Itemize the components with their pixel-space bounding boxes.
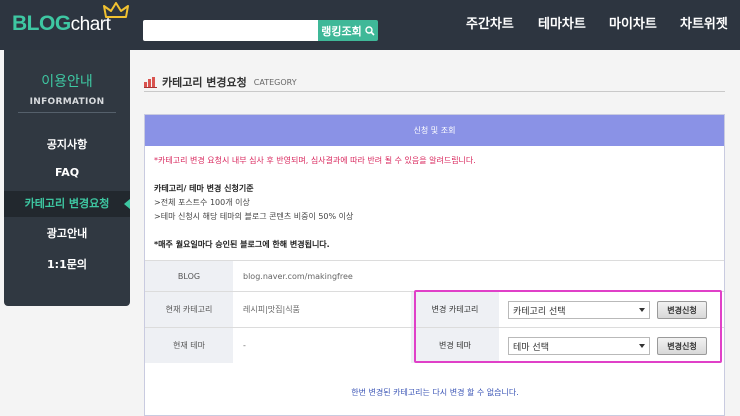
nav-theme-chart[interactable]: 테마차트 bbox=[538, 13, 586, 32]
sidebar: 이용안내 INFORMATION 공지사항 FAQ 카테고리 변경요청 광고안내… bbox=[4, 50, 130, 306]
review-notice: *카테고리 변경 요청시 내부 심사 후 반영되며, 심사결과에 따라 반려 될… bbox=[154, 156, 476, 165]
nav-my-chart[interactable]: 마이차트 bbox=[609, 13, 657, 32]
top-bar: BLOGchart 랭킹조회 주간차트 테마차트 마이차트 차트위젯 bbox=[0, 0, 740, 50]
sidebar-item-label: 카테고리 변경요청 bbox=[24, 197, 110, 210]
criteria-item: >테마 신청시 해당 테마의 블로그 콘텐츠 비중이 50% 이상 bbox=[154, 212, 354, 221]
sidebar-title: 이용안내 bbox=[41, 74, 93, 90]
request-panel: 신청 및 조회 *카테고리 변경 요청시 내부 심사 후 반영되며, 심사결과에… bbox=[144, 114, 725, 416]
panel-header: 신청 및 조회 bbox=[145, 115, 724, 146]
current-theme-label: 현재 테마 bbox=[145, 328, 233, 363]
main-content: 카테고리 변경요청 CATEGORY 신청 및 조회 *카테고리 변경 요청시 … bbox=[130, 50, 740, 416]
criteria-note: *매주 월요일마다 승인된 블로그에 한해 변경됩니다. bbox=[154, 240, 330, 249]
nav-weekly-chart[interactable]: 주간차트 bbox=[466, 13, 514, 32]
title-divider bbox=[144, 91, 725, 92]
page-title-en: CATEGORY bbox=[253, 77, 297, 87]
current-theme-value: - bbox=[243, 341, 246, 350]
search-icon bbox=[365, 25, 375, 36]
criteria-title: 카테고리/ 테마 변경 신청기준 bbox=[154, 184, 254, 193]
bar-chart-icon bbox=[144, 76, 157, 88]
ranking-search-button[interactable]: 랭킹조회 bbox=[318, 20, 378, 41]
search-input[interactable] bbox=[143, 20, 318, 41]
sidebar-item-category-change[interactable]: 카테고리 변경요청 bbox=[4, 191, 130, 217]
sidebar-divider bbox=[18, 112, 116, 113]
logo-main: BLOG bbox=[12, 12, 71, 35]
blog-url: blog.naver.com/makingfree bbox=[243, 271, 353, 281]
nav-chart-widget[interactable]: 차트위젯 bbox=[680, 13, 728, 32]
sidebar-item-inquiry[interactable]: 1:1문의 bbox=[4, 252, 130, 278]
current-category-value: 레시피|맛집|식품 bbox=[243, 305, 300, 314]
blog-label: BLOG bbox=[145, 261, 233, 291]
ranking-search-label: 랭킹조회 bbox=[321, 24, 362, 38]
current-category-label: 현재 카테고리 bbox=[145, 292, 233, 327]
criteria-item: >전체 포스트수 100개 이상 bbox=[154, 198, 250, 207]
page-title: 카테고리 변경요청 CATEGORY bbox=[144, 74, 297, 90]
sidebar-item-notice[interactable]: 공지사항 bbox=[4, 132, 130, 158]
sidebar-subtitle: INFORMATION bbox=[29, 97, 105, 107]
crown-icon bbox=[103, 2, 129, 18]
sidebar-item-ad-info[interactable]: 광고안내 bbox=[4, 221, 130, 247]
bottom-note: 한번 변경된 카테고리는 다시 변경 할 수 없습니다. bbox=[351, 388, 519, 397]
sidebar-item-faq[interactable]: FAQ bbox=[4, 160, 130, 186]
highlight-box bbox=[414, 290, 722, 363]
page-title-text: 카테고리 변경요청 bbox=[162, 76, 247, 89]
blogchart-logo[interactable]: BLOGchart bbox=[12, 12, 111, 36]
blog-row: BLOG blog.naver.com/makingfree bbox=[145, 260, 724, 291]
